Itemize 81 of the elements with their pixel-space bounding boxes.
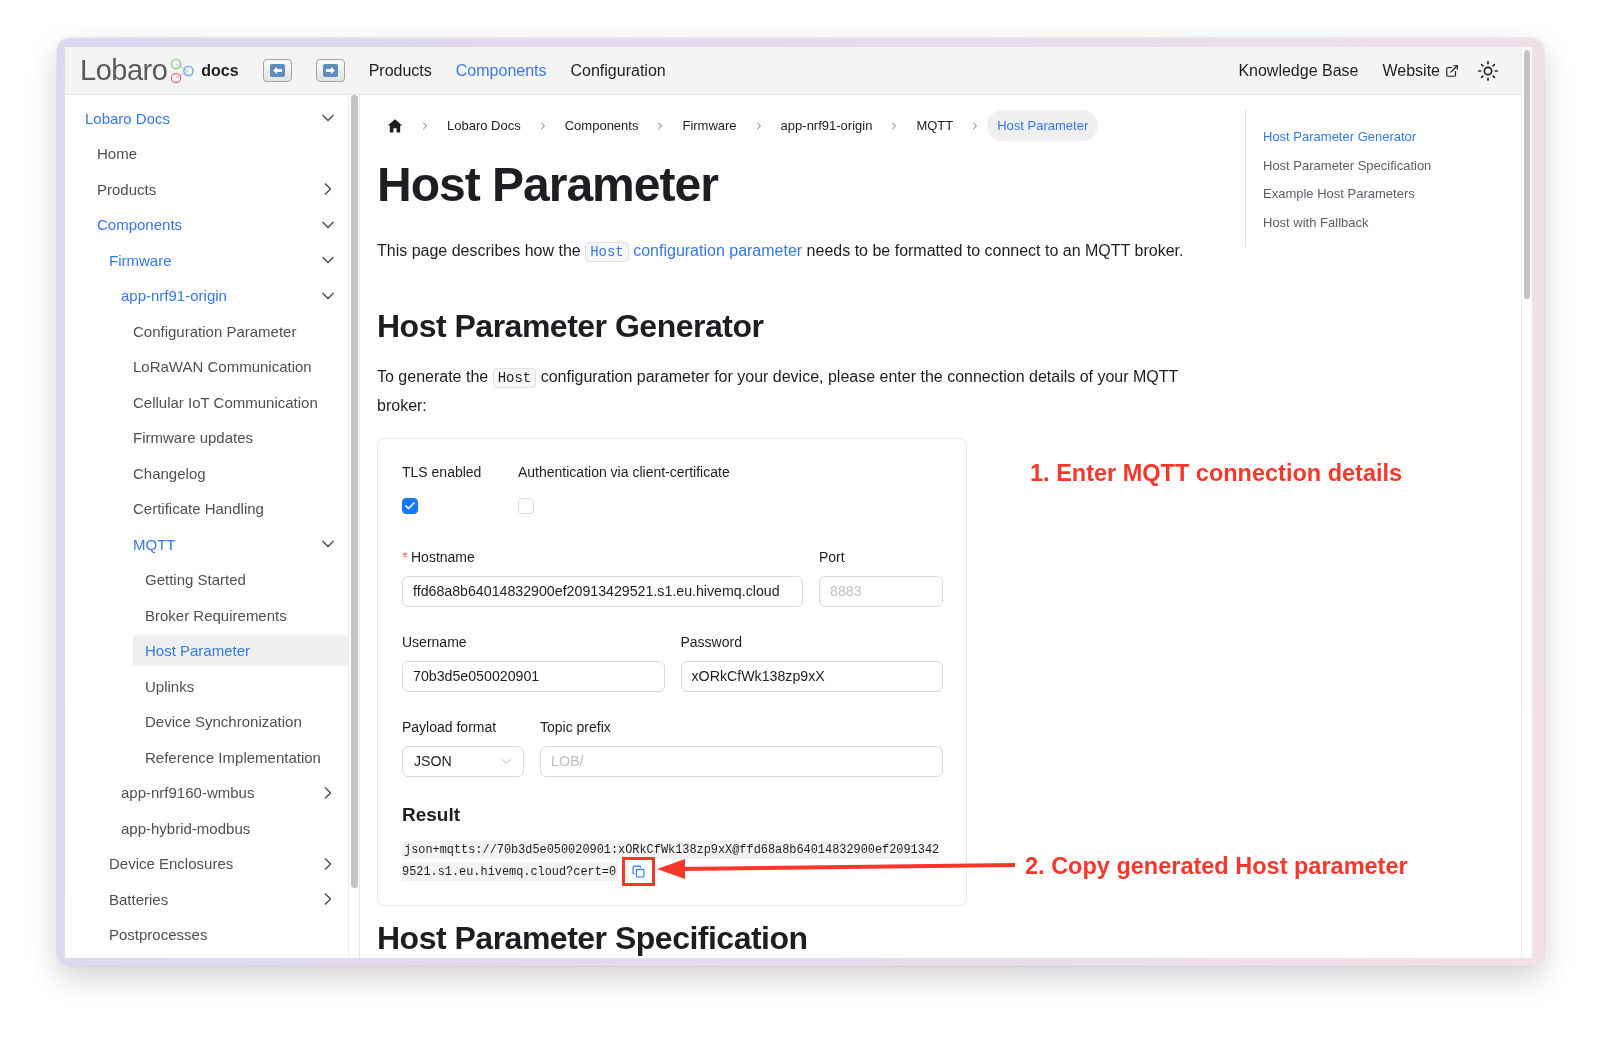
field-label: Username xyxy=(402,632,467,652)
sidebar-item[interactable]: app-nrf91-origin xyxy=(109,280,349,311)
sidebar-item[interactable]: MQTT xyxy=(121,528,349,560)
inline-link[interactable]: configuration parameter xyxy=(628,241,803,259)
sidebar-item[interactable]: Certificate Handling xyxy=(121,493,349,524)
input-field[interactable]: ffd68a8b64014832900ef20913429521.s1.eu.hivemq.cloud xyxy=(402,575,803,607)
toc-link[interactable]: Host with Fallback xyxy=(1263,208,1432,238)
right-arrow-icon xyxy=(322,64,338,77)
sidebar-item[interactable]: Products xyxy=(85,173,349,205)
annotation-text: 2. Copy generated Host parameter xyxy=(1025,852,1408,880)
sidebar-item[interactable]: Uplinks xyxy=(133,670,349,702)
breadcrumb-item[interactable]: Firmware xyxy=(672,110,747,141)
scrollbar-thumb[interactable] xyxy=(351,95,358,888)
sidebar-item[interactable]: Batteries xyxy=(97,883,349,915)
nav-link[interactable]: Knowledge Base xyxy=(1238,61,1359,80)
breadcrumb-item[interactable]: app-nrf91-origin xyxy=(770,110,883,141)
nav-link[interactable]: Configuration xyxy=(570,61,666,80)
sidebar-item[interactable]: Firmware updates xyxy=(121,422,349,453)
field-label: Topic prefix xyxy=(540,717,611,737)
breadcrumb-item[interactable]: Lobaro Docs xyxy=(437,110,531,141)
field-label: Password xyxy=(680,632,742,652)
page-title: Host Parameter xyxy=(377,157,720,213)
input-field[interactable]: xORkCfWk138zp9xX xyxy=(680,660,943,692)
input-field[interactable]: 8883 xyxy=(819,575,943,607)
sidebar-item[interactable]: Reference Implementation xyxy=(133,741,349,773)
sidebar-item[interactable]: app-hybrid-modbus xyxy=(109,812,349,844)
nav-link[interactable]: Components xyxy=(455,61,547,80)
annotation-text: 1. Enter MQTT connection details xyxy=(1030,459,1403,487)
sidebar-item[interactable]: Changelog xyxy=(121,457,349,489)
toc-link[interactable]: Host Parameter Specification xyxy=(1263,151,1432,181)
sidebar-item[interactable]: Firmware xyxy=(97,244,349,276)
result-code: json+mqtts://70b3d5e050020901:xORkCfWk138zp9xX@ffd68a8b64014832900ef20913429521.s1.eu.hivemq.cloud?cert=0 xyxy=(402,839,941,883)
paragraph: To generate the Host configuration parameter for your device, please enter the connection details of your MQTT broker: xyxy=(377,366,1180,416)
field-label: Payload format xyxy=(402,717,497,737)
copy-button[interactable] xyxy=(631,863,647,879)
check-icon xyxy=(404,499,416,512)
sidebar-item[interactable]: Postprocesses xyxy=(97,919,349,950)
sidebar-item[interactable]: Broker Requirements xyxy=(133,599,349,631)
logo-suffix[interactable]: docs xyxy=(201,61,239,80)
checkbox-label: TLS enabled xyxy=(402,462,482,482)
input-field[interactable]: LOB/ xyxy=(540,745,943,777)
sidebar-item[interactable]: Configuration Parameter xyxy=(121,315,349,347)
highlight-frame xyxy=(622,856,656,886)
intro-paragraph: This page describes how the Host configuration parameter needs to be formatted to connect to an MQTT broker. xyxy=(377,240,1185,264)
copy-icon xyxy=(632,864,646,878)
nav-link[interactable]: Website xyxy=(1382,61,1459,80)
sun-icon[interactable] xyxy=(1477,59,1499,82)
scrollbar-thumb[interactable] xyxy=(1524,50,1530,299)
inline-code: Host xyxy=(492,367,537,388)
sidebar-item[interactable]: app-nrf9160-wmbus xyxy=(109,777,349,808)
section-heading: Host Parameter Generator xyxy=(377,306,765,346)
sidebar-item[interactable]: Cellular IoT Communication xyxy=(121,386,349,418)
checkbox[interactable] xyxy=(402,497,418,514)
logo-text[interactable]: Lobaro xyxy=(80,56,168,85)
sidebar-item[interactable]: Lobaro Docs xyxy=(73,102,349,134)
field-label: Hostname xyxy=(411,547,475,567)
left-arrow-icon xyxy=(269,64,285,77)
sidebar-item[interactable]: Host Parameter xyxy=(133,635,349,666)
field-label: Port xyxy=(819,547,845,567)
home-icon[interactable] xyxy=(387,117,403,134)
breadcrumb-item[interactable]: Components xyxy=(554,110,649,141)
checkbox-label: Authentication via client-certificate xyxy=(518,462,730,482)
result-heading: Result xyxy=(402,802,462,827)
sidebar-item[interactable]: Home xyxy=(85,138,349,169)
back-button[interactable] xyxy=(262,59,292,82)
input-field[interactable]: 70b3d5e050020901 xyxy=(402,660,665,692)
toc-link[interactable]: Host Parameter Generator xyxy=(1263,123,1432,152)
breadcrumb-item[interactable]: MQTT xyxy=(906,110,964,141)
nav-link[interactable]: Products xyxy=(368,61,432,80)
toc-link[interactable]: Example Host Parameters xyxy=(1263,180,1432,209)
logo-icon xyxy=(168,57,195,84)
sidebar-item[interactable]: Device Enclosures xyxy=(97,848,349,879)
select-field[interactable]: JSON xyxy=(402,745,524,777)
sidebar-item[interactable]: Components xyxy=(85,209,349,240)
inline-code-link[interactable]: Host xyxy=(585,241,629,262)
sidebar-item[interactable]: LoRaWAN Communication xyxy=(121,351,349,382)
sidebar-item[interactable]: Device Synchronization xyxy=(133,706,349,737)
forward-button[interactable] xyxy=(315,59,345,82)
sidebar-item[interactable]: Getting Started xyxy=(133,564,349,595)
breadcrumb-item[interactable]: Host Parameter xyxy=(987,110,1099,141)
section-heading: Host Parameter Specification xyxy=(377,918,809,958)
